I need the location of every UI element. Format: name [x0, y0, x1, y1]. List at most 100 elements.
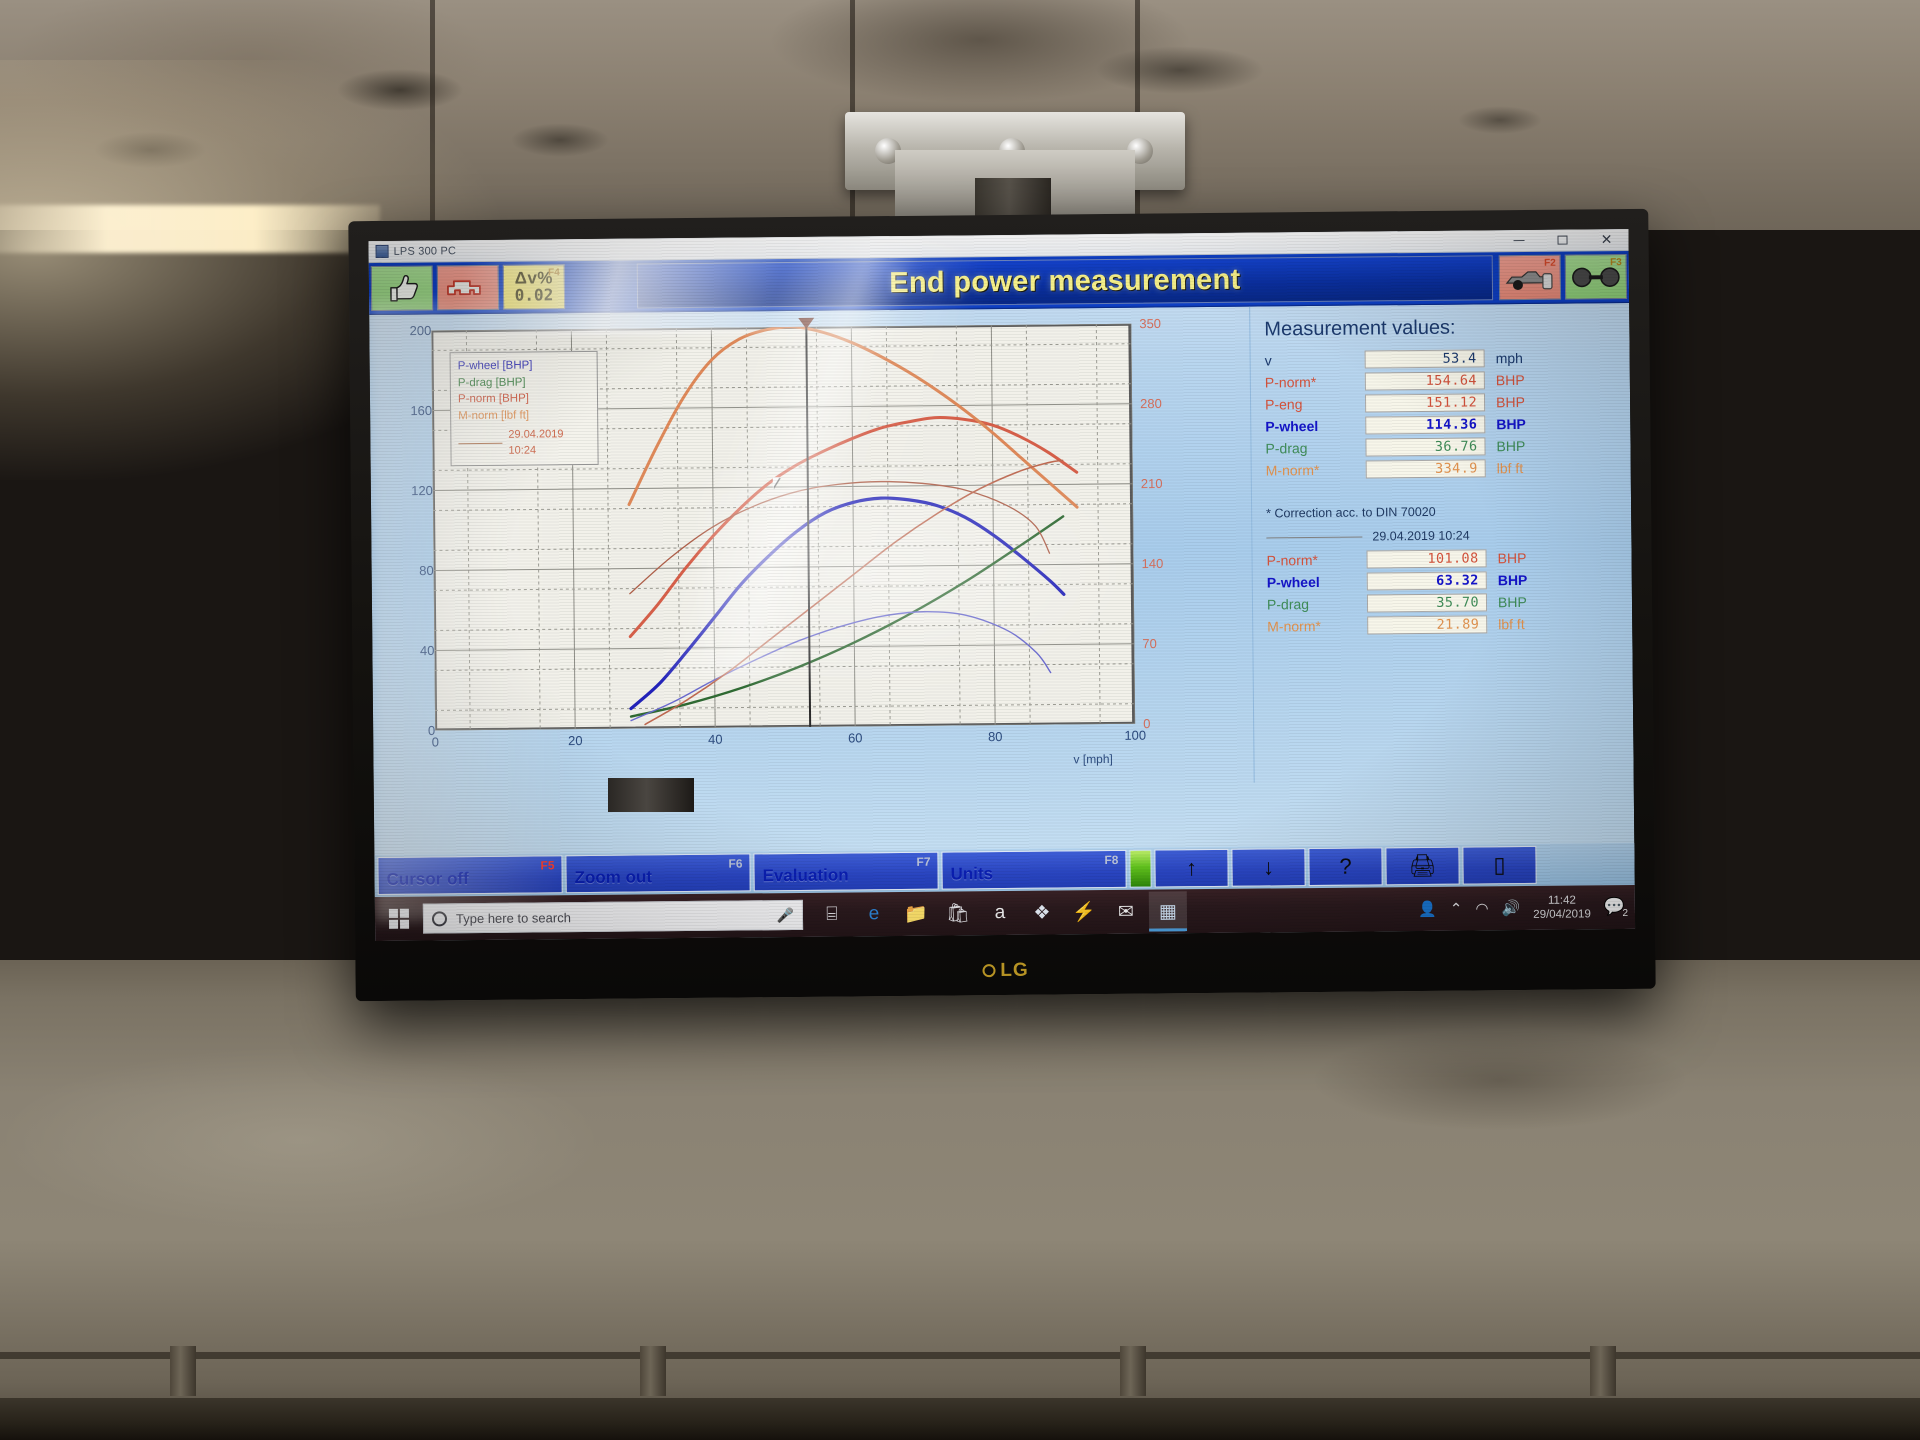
cursor-off-button[interactable]: F5 Cursor off — [377, 855, 563, 896]
vehicle-icon — [447, 279, 481, 295]
fkey-tag: F8 — [1104, 852, 1119, 868]
zoom-out-label: Zoom out — [574, 867, 653, 888]
y-axis-right-tick: 70 — [1142, 636, 1157, 652]
units-button[interactable]: F8 Units — [941, 849, 1127, 890]
floor-rail — [0, 1398, 1920, 1440]
fkey-tag: F6 — [728, 856, 743, 871]
exit-button[interactable]: ▯ — [1462, 845, 1537, 885]
clock-date: 29/04/2019 — [1533, 908, 1591, 921]
cursor-handle-icon[interactable] — [798, 317, 815, 329]
dropbox-icon[interactable]: ❖ — [1023, 892, 1061, 932]
monitor-stand-neck — [608, 778, 694, 812]
measurement-unit: BHP — [1497, 549, 1527, 567]
status-ok-button[interactable] — [370, 265, 434, 312]
mail-icon[interactable]: ✉ — [1107, 892, 1145, 932]
search-input[interactable]: Type here to search 🎤 — [422, 899, 804, 934]
microsoft-store-icon[interactable]: 🛍 — [939, 893, 977, 933]
measurement-value: 35.70 — [1366, 593, 1488, 613]
measurement-unit: BHP — [1497, 571, 1528, 589]
measurement-value: 151.12 — [1364, 393, 1486, 413]
measurement-label: P-drag — [1265, 440, 1308, 457]
y-axis-right-tick: 350 — [1139, 315, 1162, 332]
run-date: 29.04.2019 10:24 — [1372, 528, 1470, 544]
notifications-button[interactable]: 💬 2 — [1604, 897, 1628, 919]
lightning-app-icon[interactable]: ⚡ — [1065, 892, 1103, 932]
x-axis-tick: 60 — [847, 730, 863, 746]
measurement-label: M-norm* — [1265, 461, 1320, 479]
scroll-up-button[interactable]: ↑ — [1154, 848, 1229, 888]
scroll-up-icon: ↑ — [1185, 855, 1198, 881]
measurement-unit: BHP — [1495, 371, 1525, 389]
volume-icon[interactable]: 🔊 — [1501, 899, 1520, 917]
measurement-value: 114.36 — [1365, 415, 1486, 435]
vehicle-setup-button[interactable] — [436, 264, 500, 311]
measurement-row: P-norm* 154.64 BHP — [1265, 369, 1575, 392]
cortana-circle-icon — [431, 910, 448, 926]
measurement-value: 63.32 — [1366, 571, 1487, 591]
wifi-icon[interactable]: ◠ — [1475, 899, 1488, 917]
delta-v-tolerance-button[interactable]: F4 Δv% 0.02 — [502, 264, 566, 310]
measurement-value: 334.9 — [1365, 459, 1486, 479]
screen: LPS 300 PC ✕ F4 Δv% 0.02 End power measu… — [368, 228, 1636, 942]
vehicle-roller-f2-button[interactable]: F2 — [1498, 254, 1562, 301]
measurement-row: P-drag 35.70 BHP — [1267, 591, 1577, 614]
monitor-bezel: LPS 300 PC ✕ F4 Δv% 0.02 End power measu… — [368, 228, 1636, 942]
measurement-row: P-norm* 101.08 BHP — [1266, 547, 1576, 570]
measurement-values-table: v 53.4 mph P-norm* 154.64 BHP P-eng 151.12 BHP P-… — [1265, 347, 1576, 482]
evaluation-button[interactable]: F7 Evaluation — [753, 851, 939, 892]
task-view-icon[interactable]: ⌸ — [813, 894, 851, 934]
measurement-unit: BHP — [1497, 593, 1527, 611]
measurement-label: P-eng — [1265, 396, 1303, 413]
file-explorer-icon[interactable]: 📁 — [897, 894, 935, 934]
legend-entry: M-norm [lbf ft] — [458, 409, 530, 423]
measurement-values-pane: Measurement values: v 53.4 mph P-norm* 154.6… — [1249, 302, 1634, 783]
roller-set-f3-button[interactable]: F3 — [1564, 253, 1628, 300]
lg-logo-text: LG — [1000, 959, 1029, 982]
people-icon[interactable]: 👤 — [1418, 900, 1437, 918]
status-led-indicator — [1129, 849, 1152, 888]
edge-browser-icon[interactable]: e — [855, 894, 893, 934]
x-axis-tick: 80 — [987, 729, 1003, 745]
x-axis-tick: 20 — [567, 733, 583, 749]
zoom-out-button[interactable]: F6 Zoom out — [565, 853, 751, 894]
window-close-button[interactable]: ✕ — [1584, 229, 1628, 251]
measurement-row: P-eng 151.12 BHP — [1265, 391, 1575, 414]
window-minimize-button[interactable] — [1496, 229, 1540, 251]
app-icon — [375, 244, 389, 258]
measurement-row: M-norm* 21.89 lbf ft — [1267, 613, 1577, 636]
ceiling-light-strip — [0, 205, 380, 253]
chevron-up-icon[interactable]: ⌃ — [1450, 900, 1463, 918]
legend-entry: P-wheel [BHP] — [457, 359, 533, 373]
measurement-row: P-drag 36.76 BHP — [1265, 435, 1575, 458]
help-button[interactable]: ? — [1308, 847, 1383, 887]
y-axis-right-tick: 210 — [1140, 475, 1163, 492]
content-area: 0 40 80 120 160 200 0 70 140 210 280 350 0 20 40 60 80… — [369, 302, 1634, 791]
measurement-unit: BHP — [1496, 437, 1526, 455]
lps-app-icon[interactable]: ▦ — [1148, 891, 1188, 932]
measurement-label: P-wheel — [1265, 417, 1319, 435]
microphone-icon[interactable]: 🎤 — [776, 907, 794, 924]
measurement-value: 101.08 — [1366, 549, 1487, 569]
toolbar-spacer — [568, 263, 632, 310]
amazon-icon[interactable]: a — [981, 893, 1019, 933]
legend-line-sample — [458, 442, 503, 445]
thumbs-up-icon — [390, 274, 418, 302]
start-button[interactable] — [375, 908, 423, 929]
plot-area[interactable]: P-wheel [BHP] P-drag [BHP] P-norm [BHP] M-n… — [431, 317, 1136, 731]
monitor: LPS 300 PC ✕ F4 Δv% 0.02 End power measu… — [348, 208, 1656, 1002]
scene: LPS 300 PC ✕ F4 Δv% 0.02 End power measu… — [0, 0, 1920, 1440]
floor-post — [1590, 1346, 1616, 1396]
window-maximize-button[interactable] — [1540, 229, 1584, 251]
y-axis-left-tick: 200 — [409, 322, 432, 339]
y-axis-left-tick: 120 — [411, 482, 433, 499]
measurement-row: P-wheel 114.36 BHP — [1265, 413, 1575, 436]
units-label: Units — [950, 864, 994, 884]
floor-post — [170, 1346, 196, 1396]
measurement-label: P-drag — [1266, 596, 1310, 613]
exit-icon: ▯ — [1493, 852, 1506, 878]
scroll-down-button[interactable]: ↓ — [1231, 848, 1306, 887]
back-wall-lower — [0, 960, 1920, 1440]
print-button[interactable]: 🖨 — [1385, 846, 1460, 886]
clock[interactable]: 11:42 29/04/2019 — [1533, 893, 1591, 922]
lg-logo: LG — [982, 960, 1029, 982]
